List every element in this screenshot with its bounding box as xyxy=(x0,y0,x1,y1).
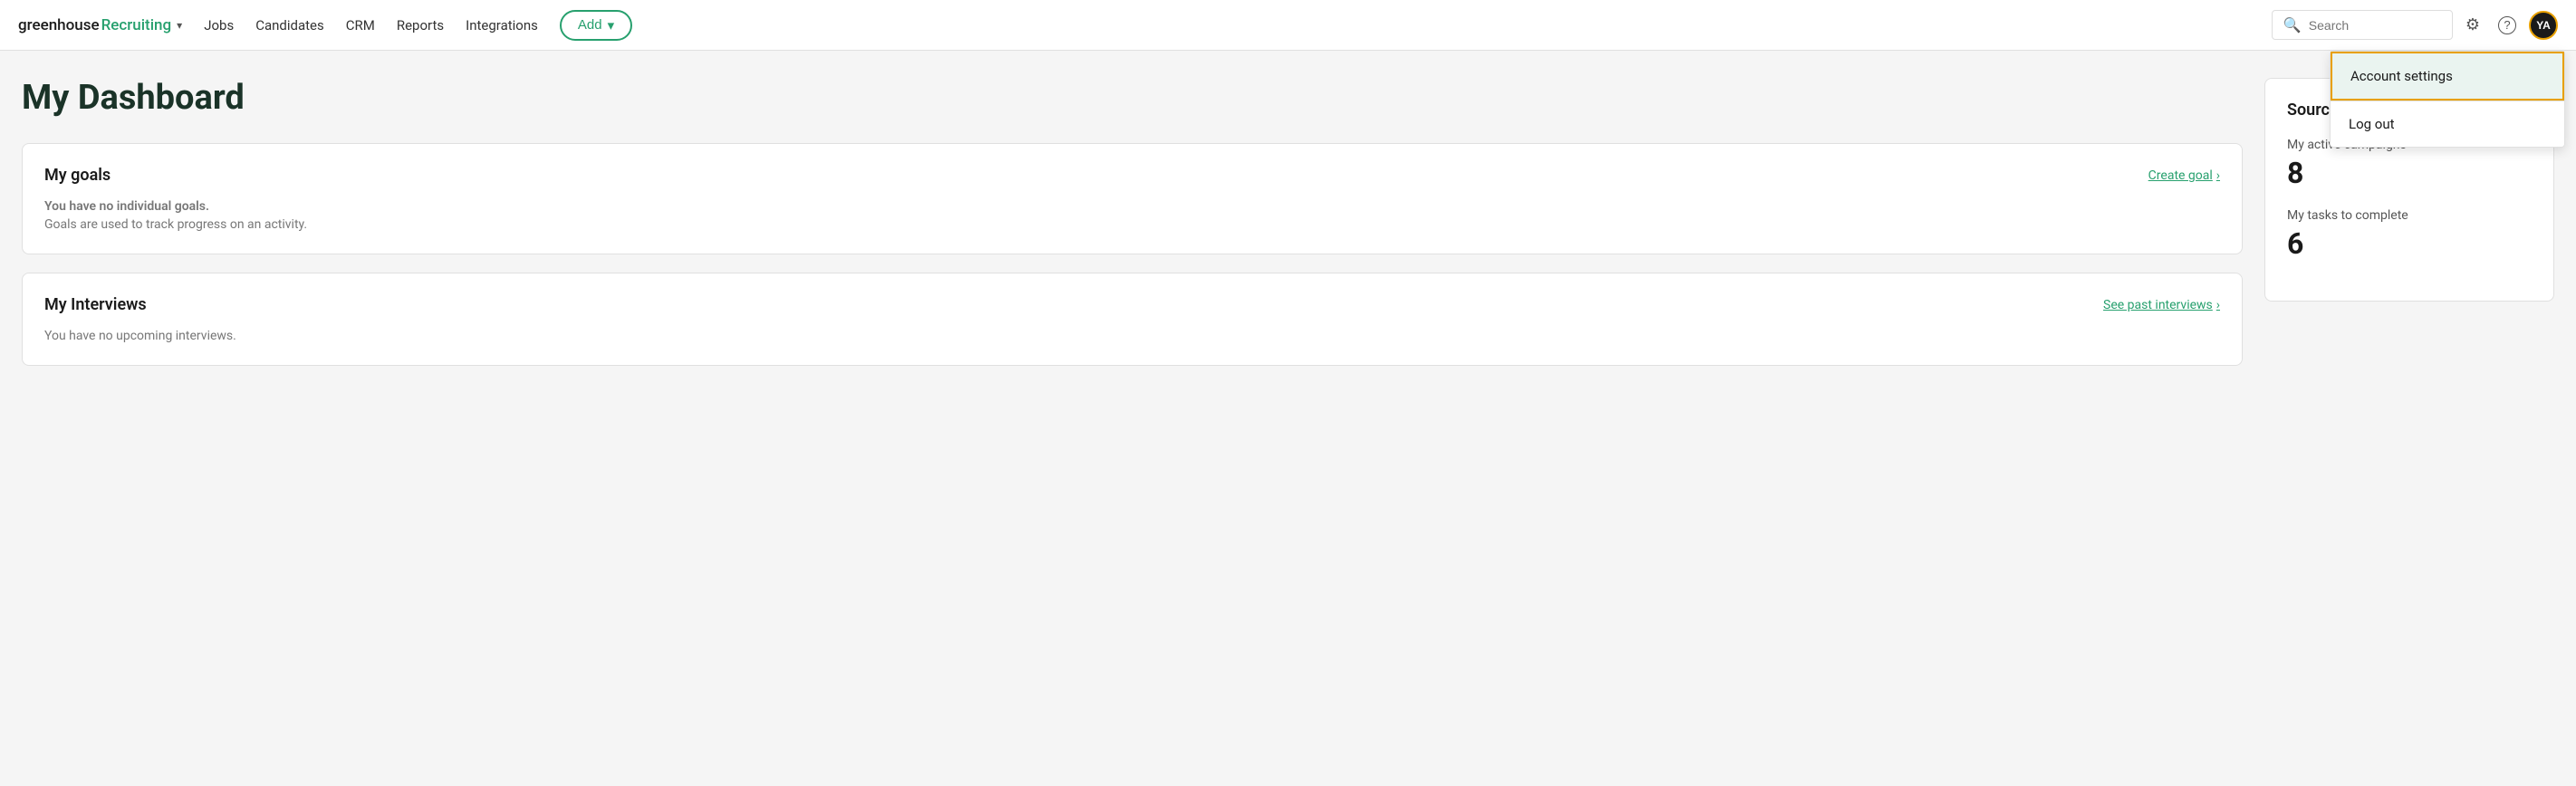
create-goal-link[interactable]: Create goal › xyxy=(2148,168,2220,183)
interviews-card-header: My Interviews See past interviews › xyxy=(44,295,2220,314)
goals-card-title: My goals xyxy=(44,166,111,185)
account-settings-item[interactable]: Account settings xyxy=(2331,52,2564,101)
interviews-card: My Interviews See past interviews › You … xyxy=(22,273,2243,366)
active-campaigns-value: 8 xyxy=(2287,156,2532,190)
left-panel: My Dashboard My goals Create goal › You … xyxy=(22,78,2243,384)
tasks-to-complete-section: My tasks to complete 6 xyxy=(2287,208,2532,261)
nav-link-candidates[interactable]: Candidates xyxy=(255,17,324,34)
settings-button[interactable]: ⚙ xyxy=(2460,10,2485,40)
search-box[interactable]: 🔍 xyxy=(2272,10,2453,40)
search-icon: 🔍 xyxy=(2283,16,2302,34)
goals-no-goals-text: You have no individual goals. xyxy=(44,199,2220,214)
help-button[interactable]: ? xyxy=(2493,11,2522,40)
nav-link-integrations[interactable]: Integrations xyxy=(466,17,538,34)
tasks-value: 6 xyxy=(2287,226,2532,261)
goals-description-text: Goals are used to track progress on an a… xyxy=(44,217,2220,232)
nav-link-crm[interactable]: CRM xyxy=(346,17,375,34)
help-icon: ? xyxy=(2498,16,2516,34)
add-button[interactable]: Add ▾ xyxy=(560,10,632,41)
logo[interactable]: greenhouse Recruiting ▾ xyxy=(18,16,182,34)
see-past-interviews-link[interactable]: See past interviews › xyxy=(2103,298,2220,312)
avatar-initials: YA xyxy=(2536,19,2551,32)
gear-icon: ⚙ xyxy=(2465,15,2480,34)
interviews-card-title: My Interviews xyxy=(44,295,147,314)
nav-link-reports[interactable]: Reports xyxy=(397,17,444,34)
logo-greenhouse-text: greenhouse xyxy=(18,16,100,34)
logo-recruiting-text: Recruiting xyxy=(101,16,172,34)
navbar-left: greenhouse Recruiting ▾ Jobs Candidates … xyxy=(18,10,2272,41)
logout-item[interactable]: Log out xyxy=(2331,101,2564,147)
goals-card-header: My goals Create goal › xyxy=(44,166,2220,185)
user-avatar-button[interactable]: YA xyxy=(2529,11,2558,40)
logo-chevron-icon: ▾ xyxy=(177,19,182,32)
navbar: greenhouse Recruiting ▾ Jobs Candidates … xyxy=(0,0,2576,51)
search-input[interactable] xyxy=(2309,18,2441,33)
nav-link-jobs[interactable]: Jobs xyxy=(204,17,234,34)
goals-card: My goals Create goal › You have no indiv… xyxy=(22,143,2243,254)
tasks-label: My tasks to complete xyxy=(2287,208,2532,223)
user-dropdown-menu: Account settings Log out xyxy=(2330,51,2565,148)
nav-links: Jobs Candidates CRM Reports Integrations xyxy=(204,17,538,34)
navbar-right: 🔍 ⚙ ? YA xyxy=(2272,10,2558,40)
no-upcoming-interviews-text: You have no upcoming interviews. xyxy=(44,329,2220,343)
page-title: My Dashboard xyxy=(22,78,2243,118)
main-content: My Dashboard My goals Create goal › You … xyxy=(0,51,2576,411)
